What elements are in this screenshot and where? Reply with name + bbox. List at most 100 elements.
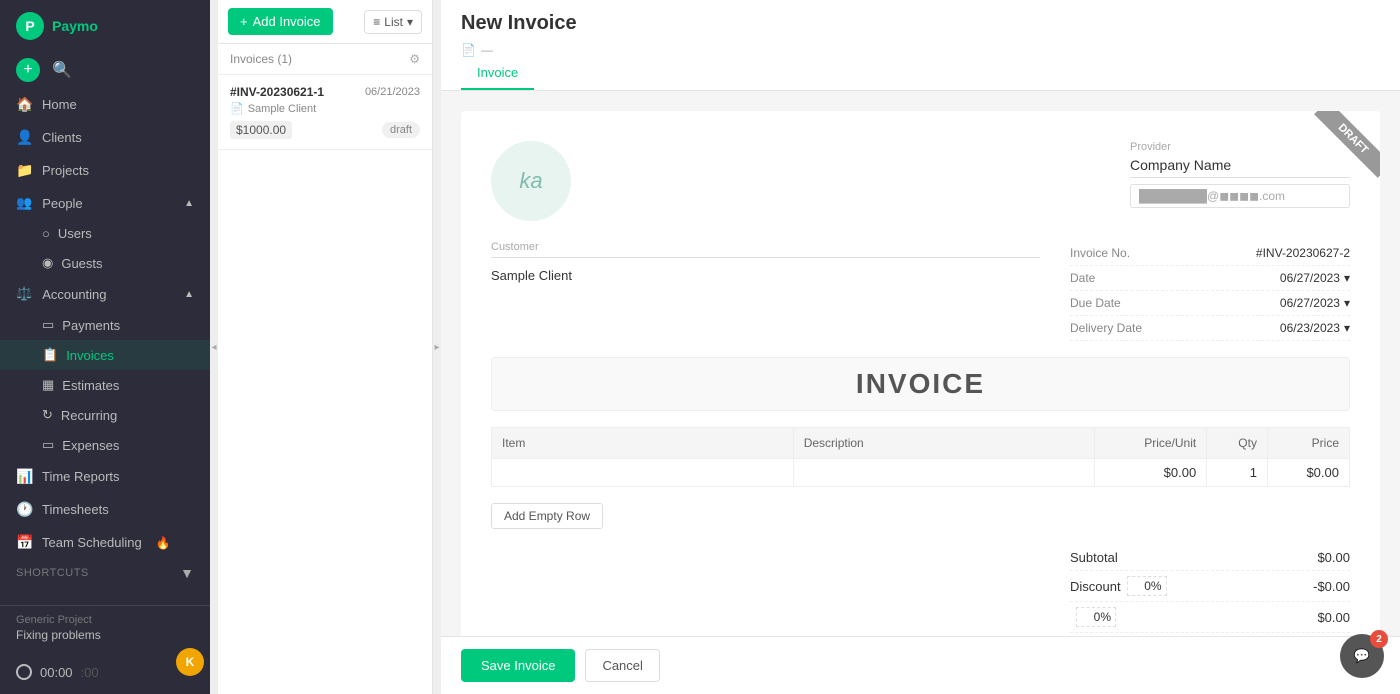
expenses-icon: ▭ [42,437,54,453]
subtotal-row: Subtotal $0.00 [1070,545,1350,571]
customer-name: Sample Client [491,262,1040,289]
due-date-value[interactable]: 06/27/2023 ▾ [1280,296,1350,310]
sidebar-item-users[interactable]: ○ Users [0,219,210,248]
user-avatar[interactable]: K [176,648,204,676]
sidebar-logo: P Paymo [0,0,210,52]
delivery-date-chevron-icon: ▾ [1344,321,1350,335]
tax1-row: 0% $0.00 [1070,602,1350,633]
draft-badge: DRAFT [1300,111,1380,191]
invoice-table: Item Description Price/Unit Qty Price $0… [491,427,1350,487]
date-chevron-icon: ▾ [1344,271,1350,285]
project-label: Generic Project [16,614,194,626]
people-section-header[interactable]: 👥 People ▲ [0,187,210,219]
invoice-client: 📄 Sample Client [230,102,420,115]
invoice-amount: $1000.00 [230,121,292,139]
invoices-icon: 📋 [42,347,58,363]
sidebar-item-clients[interactable]: 👤 Clients [0,121,210,154]
discount-value: -$0.00 [1313,579,1350,594]
sidebar-item-timesheets[interactable]: 🕐 Timesheets [0,493,210,526]
form-footer: Save Invoice Cancel [441,636,1400,694]
status-badge: draft [382,122,420,138]
totals-table: Subtotal $0.00 Discount 0% -$0.00 0% [1070,545,1350,636]
shortcuts-toggle[interactable]: ▼ [180,565,194,581]
sidebar-item-time-reports[interactable]: 📊 Time Reports [0,460,210,493]
due-date-row: Due Date 06/27/2023 ▾ [1070,291,1350,316]
list-icon: ≡ [373,15,380,29]
sidebar-timer: 00:00 :00 K [0,650,210,694]
support-bubble[interactable]: 💬 2 [1340,634,1384,678]
customer-section: Customer Sample Client [491,241,1040,321]
accounting-chevron-icon: ▲ [184,289,194,300]
page-title: New Invoice [461,12,577,35]
timer-icon [16,664,32,680]
sidebar-item-payments[interactable]: ▭ Payments [0,310,210,340]
delivery-date-value[interactable]: 06/23/2023 ▾ [1280,321,1350,335]
tax2-row: 0% $0.00 [1070,633,1350,636]
invoice-no-value: #INV-20230627-2 [1256,246,1350,260]
list-item[interactable]: #INV-20230621-1 06/21/2023 📄 Sample Clie… [218,75,432,150]
timesheets-icon: 🕐 [16,501,32,518]
accounting-section-header[interactable]: ⚖️ Accounting ▲ [0,278,210,310]
sidebar: P Paymo + 🔍 🏠 Home 👤 Clients 📁 Projects … [0,0,210,694]
totals-section: Subtotal $0.00 Discount 0% -$0.00 0% [491,545,1350,636]
invoice-number: #INV-20230621-1 [230,85,324,99]
sidebar-item-team-scheduling[interactable]: 📅 Team Scheduling 🔥 [0,526,210,559]
due-date-chevron-icon: ▾ [1344,296,1350,310]
save-invoice-button[interactable]: Save Invoice [461,649,575,682]
sidebar-item-projects[interactable]: 📁 Projects [0,154,210,187]
sidebar-item-expenses[interactable]: ▭ Expenses [0,430,210,460]
left-collapse-handle[interactable]: ◂ [210,0,218,694]
app-name: Paymo [52,18,98,34]
projects-icon: 📁 [16,162,32,179]
row-item-input[interactable] [502,465,783,480]
cancel-button[interactable]: Cancel [585,649,659,682]
sidebar-item-home[interactable]: 🏠 Home [0,88,210,121]
shortcuts-section: shortcuts ▼ [0,559,210,587]
invoice-tabs: Invoice [461,57,1380,90]
list-header: Invoices (1) ⚙ [218,44,432,75]
app-logo-icon: P [16,12,44,40]
list-view-button[interactable]: ≡ List ▾ [364,10,422,34]
provider-logo: ka [491,141,571,221]
tax1-value: $0.00 [1317,610,1350,625]
row-qty: 1 [1207,459,1268,487]
discount-pct-input[interactable]: 0% [1127,576,1167,596]
sidebar-item-invoices[interactable]: 📋 Invoices [0,340,210,370]
filter-icon[interactable]: ⚙ [409,52,420,66]
discount-row: Discount 0% -$0.00 [1070,571,1350,602]
sidebar-nav: + 🔍 🏠 Home 👤 Clients 📁 Projects 👥 People… [0,52,210,605]
tax1-pct-input[interactable]: 0% [1076,607,1116,627]
invoice-no-row: Invoice No. #INV-20230627-2 [1070,241,1350,266]
search-button[interactable]: 🔍 [50,58,74,82]
sidebar-item-recurring[interactable]: ↻ Recurring [0,400,210,430]
add-button[interactable]: + [16,58,40,82]
time-reports-icon: 📊 [16,468,32,485]
subtotal-value: $0.00 [1317,550,1350,565]
clients-icon: 👤 [16,129,32,146]
delivery-date-row: Delivery Date 06/23/2023 ▾ [1070,316,1350,341]
row-price: $0.00 [1267,459,1349,487]
scheduling-icon: 📅 [16,534,32,551]
scheduling-badge: 🔥 [156,536,171,550]
list-chevron-icon: ▾ [407,15,413,29]
tab-invoice[interactable]: Invoice [461,57,534,90]
invoice-body: DRAFT ka Provider Company Name ████████@… [441,91,1400,636]
row-description-input[interactable] [804,465,1085,480]
date-value[interactable]: 06/27/2023 ▾ [1280,271,1350,285]
file-icon: 📄 [461,43,476,57]
invoice-heading-text: INVOICE [502,368,1339,400]
sidebar-item-guests[interactable]: ◉ Guests [0,248,210,278]
add-invoice-button[interactable]: + Add Invoice [228,8,333,35]
sidebar-item-estimates[interactable]: ▦ Estimates [0,370,210,400]
recurring-icon: ↻ [42,407,53,423]
page-subtitle: 📄 — [461,43,1380,57]
client-doc-icon: 📄 [230,102,244,115]
invoice-form: DRAFT ka Provider Company Name ████████@… [461,111,1380,636]
estimates-icon: ▦ [42,377,54,393]
add-empty-row-button[interactable]: Add Empty Row [491,503,603,529]
people-chevron-icon: ▲ [184,198,194,209]
form-top-section: ka Provider Company Name ████████@◼◼◼◼.c… [491,141,1350,221]
guests-icon: ◉ [42,255,53,271]
right-collapse-handle[interactable]: ▸ [433,0,441,694]
support-icon: 💬 [1354,648,1370,664]
